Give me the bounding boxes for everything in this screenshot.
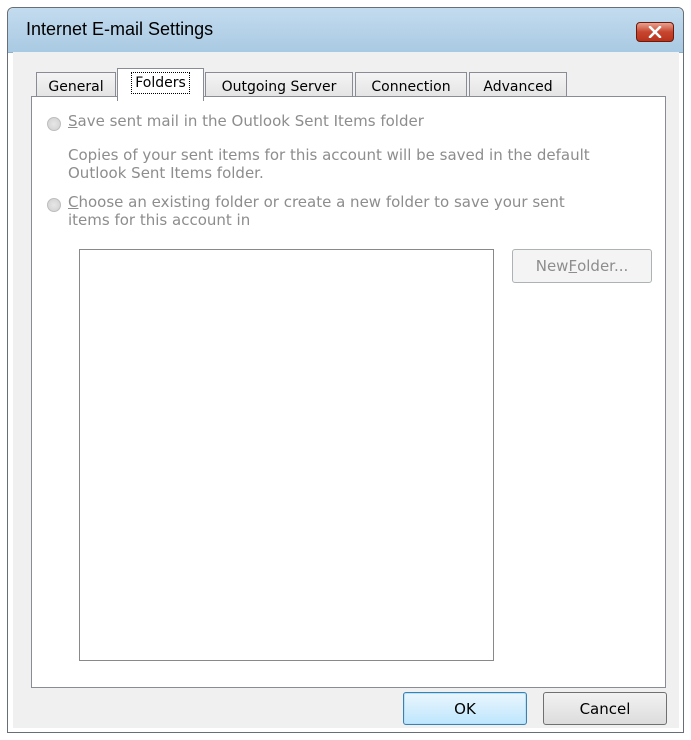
save-sent-description-line1: Copies of your sent items for this accou…: [68, 146, 590, 164]
save-sent-text: ave sent mail in the Outlook Sent Items …: [77, 112, 424, 130]
window-title: Internet E-mail Settings: [26, 19, 214, 39]
save-sent-outlook-radio[interactable]: [47, 117, 61, 131]
cancel-button[interactable]: Cancel: [543, 692, 667, 725]
choose-folder-accel: C: [68, 193, 79, 211]
folder-tree-list[interactable]: [79, 249, 494, 661]
tab-general-label: General: [48, 79, 104, 95]
title-bar[interactable]: Internet E-mail Settings: [8, 8, 683, 53]
new-folder-accel: F: [568, 257, 578, 275]
tab-advanced-label: Advanced: [483, 79, 553, 95]
new-folder-button[interactable]: New Folder...: [512, 249, 652, 283]
tab-outgoing-server-label: Outgoing Server: [221, 79, 337, 95]
new-folder-text: older...: [577, 257, 629, 275]
cancel-button-label: Cancel: [579, 699, 631, 718]
ok-button-label: OK: [454, 699, 476, 718]
tab-folders[interactable]: Folders: [117, 68, 204, 101]
new-folder-prefix: New: [535, 257, 569, 275]
close-icon: [648, 26, 662, 38]
save-sent-description-line2: Outlook Sent Items folder.: [68, 164, 264, 182]
tab-connection-label: Connection: [371, 79, 451, 95]
choose-folder-label-line1: Choose an existing folder or create a ne…: [68, 193, 565, 211]
choose-folder-text: hoose an existing folder or create a new…: [78, 193, 565, 211]
tab-folders-label: Folders: [131, 72, 190, 94]
save-sent-outlook-label: Save sent mail in the Outlook Sent Items…: [68, 112, 424, 130]
choose-folder-radio[interactable]: [47, 198, 61, 212]
ok-button[interactable]: OK: [403, 692, 527, 725]
save-sent-accel: S: [68, 112, 78, 130]
dialog-window: Internet E-mail Settings General Folders…: [7, 7, 684, 733]
close-button[interactable]: [636, 22, 674, 42]
choose-folder-label-line2: items for this account in: [68, 211, 251, 229]
